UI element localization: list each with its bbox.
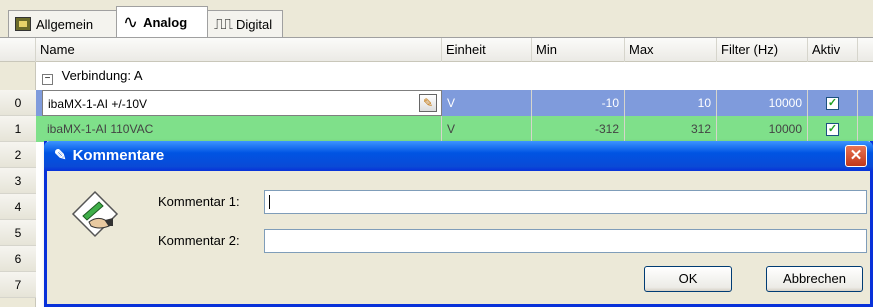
comment1-input[interactable] [264,190,867,214]
text-caret [269,195,270,209]
filter-cell[interactable]: 10000 [717,116,808,142]
comment2-input[interactable] [264,229,867,253]
grid-header: Name Einheit Min Max Filter (Hz) Aktiv [0,38,873,62]
row-header-column: 0 1 2 3 4 5 6 7 [0,62,36,307]
ok-button[interactable]: OK [644,266,732,292]
group-label: Verbindung: A [61,68,143,83]
max-cell[interactable]: 10 [625,90,717,116]
collapse-icon[interactable]: − [42,74,53,85]
digital-signal-icon: ⎍⎍ [214,15,233,33]
row-number[interactable]: 5 [0,220,36,246]
pen-writing-icon [71,190,119,238]
tab-analog-label: Analog [143,14,188,30]
row-number[interactable]: 1 [0,116,36,142]
comment1-label: Kommentar 1: [158,194,240,209]
name-cell[interactable]: ibaMX-1-AI +/-10V ✎ [42,90,442,116]
row-number[interactable]: 7 [0,272,36,298]
active-checkbox[interactable]: ✓ [826,97,839,111]
min-cell[interactable]: -312 [532,116,625,142]
tab-allgemein[interactable]: Allgemein [8,10,117,37]
dialog-titlebar[interactable]: ✎ Kommentare ✕ [44,141,873,171]
active-cell[interactable]: ✓ [808,90,858,116]
comments-dialog: ✎ Kommentare ✕ Kommentar 1: Kommentar 2: … [44,141,873,307]
unit-cell[interactable]: V [442,116,532,142]
col-header-einheit[interactable]: Einheit [442,38,532,62]
dialog-title: Kommentare [72,147,165,164]
pencil-icon: ✎ [54,147,67,164]
col-header-overflow[interactable] [858,38,873,62]
max-cell[interactable]: 312 [625,116,717,142]
row-number[interactable]: 4 [0,194,36,220]
table-row[interactable]: ibaMX-1-AI +/-10V ✎ V -10 10 10000 ✓ [36,90,873,116]
close-button[interactable]: ✕ [845,145,867,167]
col-header-min[interactable]: Min [532,38,625,62]
row-number[interactable]: 3 [0,168,36,194]
row-number[interactable]: 6 [0,246,36,272]
col-header-filter[interactable]: Filter (Hz) [717,38,808,62]
name-value: ibaMX-1-AI +/-10V [48,97,148,111]
row-number[interactable]: 0 [0,90,36,116]
edit-comment-button[interactable]: ✎ [419,94,437,112]
analog-wave-icon: ∿ [123,12,139,32]
tab-digital-label: Digital [236,16,273,32]
col-header-name[interactable]: Name [36,38,442,62]
tab-digital[interactable]: ⎍⎍ Digital [207,10,283,37]
header-corner [0,38,36,62]
cancel-button[interactable]: Abbrechen [766,266,863,292]
module-chip-icon [15,17,31,31]
table-row[interactable]: ibaMX-1-AI 110VAC V -312 312 10000 ✓ [36,116,873,142]
tab-strip: Allgemein ∿ Analog ⎍⎍ Digital [0,0,873,40]
active-checkbox[interactable]: ✓ [826,123,839,137]
group-row[interactable]: − Verbindung: A [36,62,873,90]
comment2-label: Kommentar 2: [158,233,240,248]
active-cell[interactable]: ✓ [808,116,858,142]
row-number[interactable]: 2 [0,142,36,168]
tab-analog[interactable]: ∿ Analog [116,6,208,37]
filter-cell[interactable]: 10000 [717,90,808,116]
col-header-aktiv[interactable]: Aktiv [808,38,858,62]
name-cell[interactable]: ibaMX-1-AI 110VAC [42,116,442,142]
col-header-max[interactable]: Max [625,38,717,62]
min-cell[interactable]: -10 [532,90,625,116]
tab-allgemein-label: Allgemein [36,16,94,32]
unit-cell[interactable]: V [442,90,532,116]
